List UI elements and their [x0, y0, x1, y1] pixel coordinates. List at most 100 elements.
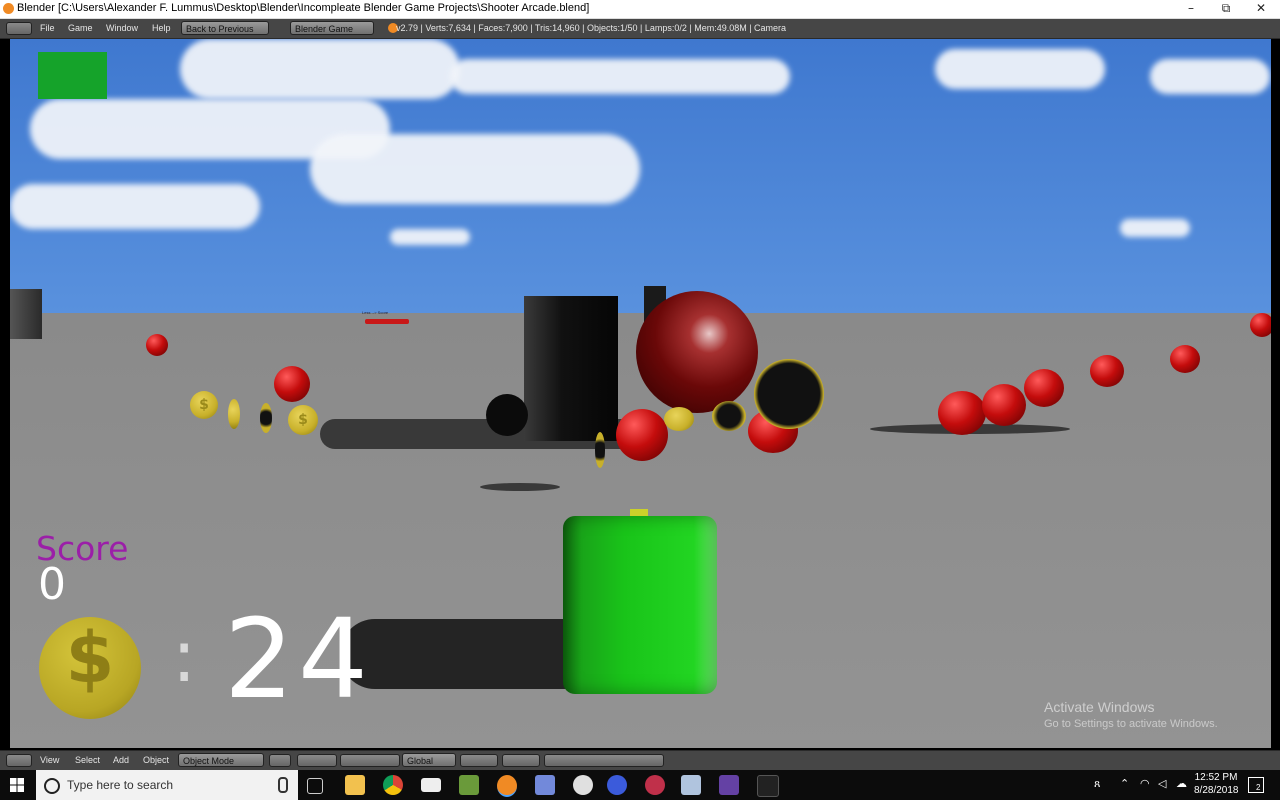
menu-game[interactable]: Game	[68, 23, 93, 33]
cloud	[10, 184, 260, 229]
red-sphere	[982, 384, 1026, 426]
onedrive-icon[interactable]: ☁	[1176, 777, 1187, 790]
clock-date[interactable]: 8/28/2018	[1194, 785, 1239, 796]
score-value: 0	[38, 559, 66, 610]
windows-taskbar: Type here to search ጸ ⌃ ◠ ◁ ☁ 12:52 PM 8…	[0, 770, 1280, 800]
red-sphere	[938, 391, 986, 435]
cloud	[1120, 219, 1190, 237]
app-icon[interactable]	[645, 775, 665, 795]
red-sphere	[146, 334, 168, 356]
coin	[664, 407, 694, 431]
hud-indicator-square	[38, 52, 107, 99]
game-viewport[interactable]: Less --> Score $ $ Score 0 $ : 24	[10, 39, 1271, 748]
manipulator-icon[interactable]	[340, 754, 400, 767]
maximize-button[interactable]: ⧉	[1211, 0, 1241, 18]
info-header: File Game Window Help Back to Previous B…	[0, 19, 1280, 39]
discord-icon[interactable]	[535, 775, 555, 795]
activate-windows-title: Activate Windows	[1044, 699, 1155, 715]
transform-orientation-label: Global	[407, 756, 434, 766]
title-bar: Blender [C:\Users\Alexander F. Lummus\De…	[0, 0, 1280, 19]
object-mode-select[interactable]: Object Mode	[178, 753, 264, 767]
coin-dark	[754, 359, 824, 429]
large-red-sphere	[636, 291, 758, 413]
people-icon[interactable]: ጸ	[1094, 778, 1100, 791]
green-cube-player	[563, 516, 717, 694]
minecraft-icon[interactable]	[459, 775, 479, 795]
cloud	[935, 49, 1105, 89]
menu-select[interactable]: Select	[75, 755, 100, 765]
cloud	[1150, 59, 1270, 94]
wifi-icon[interactable]: ◠	[1140, 777, 1150, 790]
tiny-debug-label: Less --> Score	[362, 310, 389, 315]
cloud	[450, 59, 790, 94]
snapping-tools-icon[interactable]	[544, 754, 664, 767]
twitch-icon[interactable]	[719, 775, 739, 795]
cloud	[180, 39, 460, 99]
notification-count: 2	[1256, 783, 1261, 792]
pivot-point-icon[interactable]	[297, 754, 337, 767]
pillar	[10, 289, 42, 339]
viewport-shading-icon[interactable]	[269, 754, 291, 767]
menu-window[interactable]: Window	[106, 23, 138, 33]
volume-icon[interactable]: ◁	[1158, 777, 1166, 790]
blender-taskbar-icon[interactable]	[497, 775, 517, 797]
coin-separator: :	[172, 614, 197, 698]
epic-games-icon[interactable]	[757, 775, 779, 797]
clock-time[interactable]: 12:52 PM	[1194, 772, 1238, 783]
menu-file[interactable]: File	[40, 23, 55, 33]
taskbar-search[interactable]: Type here to search	[36, 770, 298, 800]
close-button[interactable]: ✕	[1246, 0, 1276, 18]
scene-stats: v2.79 | Verts:7,634 | Faces:7,900 | Tris…	[396, 23, 787, 33]
window-title: Blender [C:\Users\Alexander F. Lummus\De…	[17, 2, 590, 14]
task-view-icon[interactable]	[307, 778, 323, 794]
menu-view[interactable]: View	[40, 755, 59, 765]
start-icon[interactable]	[10, 778, 24, 792]
itunes-icon[interactable]	[573, 775, 593, 795]
red-marker	[365, 319, 409, 324]
cloud	[310, 134, 640, 204]
coin-count: 24	[224, 595, 372, 723]
shadow	[480, 483, 560, 491]
minimize-button[interactable]: –	[1176, 0, 1206, 18]
red-sphere	[1250, 313, 1271, 337]
back-to-previous-label: Back to Previous	[186, 24, 254, 34]
microphone-icon[interactable]	[278, 777, 288, 793]
object-mode-label: Object Mode	[183, 756, 235, 766]
coin: $	[190, 391, 218, 419]
red-sphere	[274, 366, 310, 402]
red-sphere	[1170, 345, 1200, 373]
menu-add[interactable]: Add	[113, 755, 129, 765]
coin-counter-icon: $	[39, 617, 141, 719]
layers-grid-icon[interactable]	[502, 754, 540, 767]
chrome-icon[interactable]	[383, 775, 403, 795]
black-cylinder	[524, 296, 618, 441]
app-icon[interactable]	[607, 775, 627, 795]
menu-help[interactable]: Help	[152, 23, 171, 33]
transform-orientation-select[interactable]: Global	[402, 753, 456, 767]
coin	[228, 399, 240, 429]
menu-object[interactable]: Object	[143, 755, 169, 765]
editor-type-icon[interactable]	[6, 754, 32, 767]
layers-grid-icon[interactable]	[460, 754, 498, 767]
black-sphere	[486, 394, 528, 436]
coin	[595, 432, 605, 468]
mail-icon[interactable]	[421, 778, 441, 792]
blender-logo-icon	[3, 3, 14, 14]
app-icon[interactable]	[681, 775, 701, 795]
file-explorer-icon[interactable]	[345, 775, 365, 795]
activate-windows-subtitle: Go to Settings to activate Windows.	[1044, 718, 1218, 730]
chevron-up-icon[interactable]: ⌃	[1120, 777, 1129, 790]
render-engine-label: Blender Game	[295, 24, 354, 34]
red-sphere	[1090, 355, 1124, 387]
coin	[260, 403, 272, 433]
coin	[712, 401, 746, 431]
render-engine-select[interactable]: Blender Game	[290, 21, 374, 35]
search-placeholder: Type here to search	[67, 778, 174, 792]
back-to-previous-button[interactable]: Back to Previous	[181, 21, 269, 35]
cortana-icon	[44, 778, 60, 794]
red-sphere	[616, 409, 668, 461]
view3d-header: View Select Add Object Object Mode Globa…	[0, 750, 1280, 770]
coin: $	[288, 405, 318, 435]
editor-type-icon[interactable]	[6, 22, 32, 35]
cloud	[390, 229, 470, 245]
